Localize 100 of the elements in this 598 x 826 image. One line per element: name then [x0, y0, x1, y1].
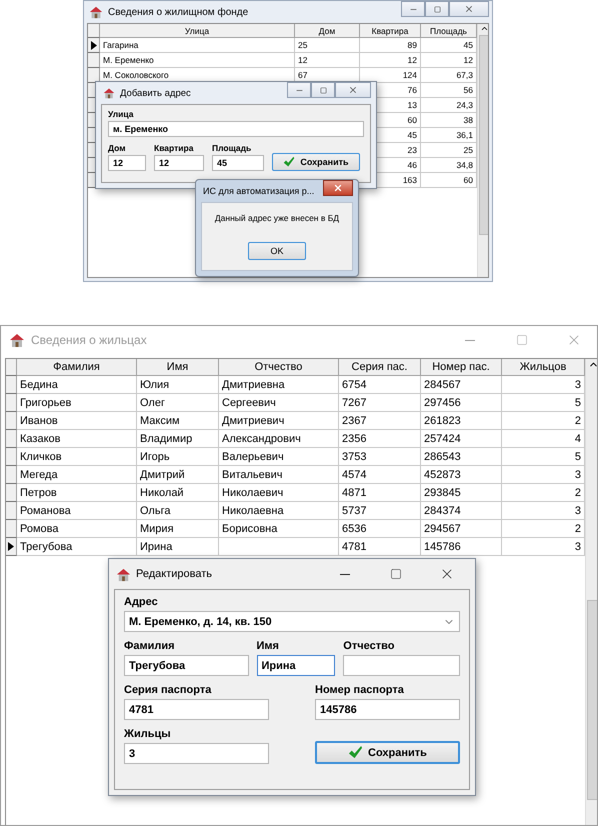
- column-header[interactable]: Площадь: [421, 24, 477, 38]
- window-title: Сведения о жилищном фонде: [108, 6, 250, 18]
- field-label: Адрес: [124, 596, 159, 608]
- close-icon: [348, 85, 358, 95]
- input-field[interactable]: Ирина: [256, 655, 336, 676]
- minimize-button[interactable]: [287, 82, 311, 98]
- table-cell: 12: [360, 53, 421, 68]
- table-cell: Кличков: [17, 448, 137, 466]
- table-cell: Мегеда: [17, 466, 137, 484]
- field-label: Улица: [108, 109, 134, 119]
- table-cell: 4871: [339, 484, 421, 502]
- table-cell: 89: [360, 38, 421, 53]
- scrollbar[interactable]: [477, 24, 488, 277]
- close-button[interactable]: [323, 180, 353, 196]
- table-cell: 284374: [421, 502, 502, 520]
- input-field[interactable]: [343, 655, 460, 676]
- address-dropdown[interactable]: М. Еременко, д. 14, кв. 150: [124, 611, 460, 632]
- table-cell: Ромова: [17, 520, 137, 538]
- table-cell: Ольга: [137, 502, 219, 520]
- table-cell: 12: [295, 53, 360, 68]
- table-cell: Владимир: [137, 430, 219, 448]
- table-cell: 6536: [339, 520, 421, 538]
- row-pointer-icon: [8, 542, 14, 551]
- field-label: Имя: [256, 640, 280, 652]
- dialog-title: Добавить адрес: [120, 88, 192, 98]
- input-field[interactable]: 12: [154, 155, 204, 171]
- maximize-icon: [320, 86, 326, 94]
- header-corner: [88, 24, 100, 38]
- maximize-icon: [390, 568, 402, 580]
- table-cell: 3753: [339, 448, 421, 466]
- table-cell: Трегубова: [17, 538, 137, 556]
- input-field[interactable]: 12: [108, 155, 146, 171]
- table-cell: 286543: [421, 448, 502, 466]
- table-cell: Дмитриевич: [219, 412, 339, 430]
- column-header[interactable]: Улица: [100, 24, 295, 38]
- column-header[interactable]: Номер пас.: [421, 359, 502, 376]
- app-house-icon: [9, 332, 25, 348]
- save-button[interactable]: Сохранить: [272, 153, 360, 171]
- field-label: Отчество: [343, 640, 396, 652]
- minimize-button[interactable]: [401, 1, 425, 17]
- app-house-icon: [103, 87, 115, 99]
- table-cell: Игорь: [137, 448, 219, 466]
- input-field[interactable]: 45: [212, 155, 264, 171]
- input-field[interactable]: Трегубова: [124, 655, 248, 676]
- message-text: Данный адрес уже внесен в БД: [214, 212, 340, 223]
- field-label: Дом: [108, 143, 127, 153]
- table-cell: 297456: [421, 394, 502, 412]
- column-header[interactable]: Серия пас.: [339, 359, 421, 376]
- table-cell: Бедина: [17, 376, 137, 394]
- row-indicator[interactable]: [88, 38, 100, 53]
- table-cell: 2367: [339, 412, 421, 430]
- dialog-title: Редактировать: [136, 568, 213, 580]
- input-field[interactable]: 3: [124, 743, 269, 764]
- column-header[interactable]: Квартира: [360, 24, 421, 38]
- table-cell: Олег: [137, 394, 219, 412]
- street-field[interactable]: м. Еременко: [108, 121, 364, 137]
- field-label: Жильцы: [124, 728, 172, 740]
- table-cell: 25: [295, 38, 360, 53]
- column-header[interactable]: Имя: [137, 359, 219, 376]
- table-cell: Ирина: [137, 538, 219, 556]
- table-cell: 2356: [339, 430, 421, 448]
- table-cell: 293845: [421, 484, 502, 502]
- field-label: Площадь: [212, 143, 252, 153]
- table-cell: Мирия: [137, 520, 219, 538]
- table-cell: 284567: [421, 376, 502, 394]
- maximize-icon: [434, 6, 440, 12]
- column-header[interactable]: Отчество: [219, 359, 339, 376]
- field-label: Фамилия: [124, 640, 176, 652]
- table-cell: Николаевна: [219, 502, 339, 520]
- column-header[interactable]: Фамилия: [17, 359, 137, 376]
- table-cell: Гагарина: [100, 38, 295, 53]
- table-cell: Сергеевич: [219, 394, 339, 412]
- field-label: Номер паспорта: [315, 684, 405, 696]
- app-house-icon: [89, 5, 103, 19]
- table-cell: 4574: [339, 466, 421, 484]
- close-icon: [464, 4, 474, 14]
- save-button[interactable]: Сохранить: [315, 741, 460, 764]
- table-cell: Петров: [17, 484, 137, 502]
- table-cell: Юлия: [137, 376, 219, 394]
- maximize-button[interactable]: [311, 82, 335, 98]
- table-cell: 452873: [421, 466, 502, 484]
- maximize-button[interactable]: [425, 1, 449, 17]
- scrollbar[interactable]: [585, 359, 597, 825]
- table-cell: 294567: [421, 520, 502, 538]
- table-cell: 261823: [421, 412, 502, 430]
- table-cell: Витальевич: [219, 466, 339, 484]
- table-cell: Николаевич: [219, 484, 339, 502]
- field-label: Серия паспорта: [124, 684, 212, 696]
- column-header[interactable]: Жильцов: [502, 359, 585, 376]
- header-corner: [6, 359, 17, 376]
- table-cell: Борисовна: [219, 520, 339, 538]
- input-field[interactable]: 145786: [315, 699, 460, 720]
- scroll-up-icon: [480, 24, 488, 33]
- row-indicator[interactable]: [6, 538, 17, 556]
- table-cell: Григорьев: [17, 394, 137, 412]
- input-field[interactable]: 4781: [124, 699, 269, 720]
- ok-button[interactable]: OK: [248, 242, 306, 260]
- column-header[interactable]: Дом: [295, 24, 360, 38]
- field-label: Квартира: [154, 143, 194, 153]
- table-cell: Казаков: [17, 430, 137, 448]
